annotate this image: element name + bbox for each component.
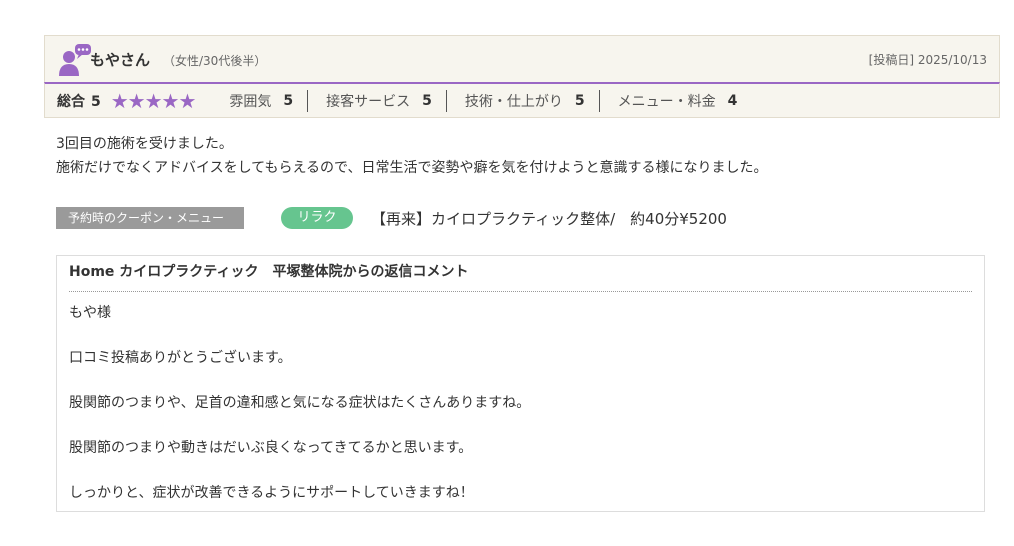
coupon-menu-link[interactable]: 【再来】カイロプラクティック整体/ 約40分¥5200 bbox=[371, 208, 727, 229]
rating-label: 技術・仕上がり bbox=[464, 93, 563, 110]
review-card: もやさん （女性/30代後半） [投稿日] 2025/10/13 総合 5 ★★★… bbox=[44, 35, 1000, 118]
rating-bar: 総合 5 ★★★★★ 雰囲気 5 接客サービス 5 技術・仕上がり 5 メニュー・… bbox=[44, 82, 1000, 118]
rating-service: 接客サービス 5 bbox=[308, 89, 447, 112]
overall-rating: 総合 5 bbox=[57, 91, 101, 111]
reply-paragraph: 口コミ投稿ありがとうございます。 bbox=[69, 350, 292, 366]
post-date: [投稿日] 2025/10/13 bbox=[868, 53, 987, 67]
review-comment: 3回目の施術を受けました。 施術だけでなくアドバイスをしてもらえるので、日常生活… bbox=[56, 132, 767, 180]
rating-value: 5 bbox=[422, 92, 432, 109]
rating-atmosphere: 雰囲気 5 bbox=[211, 89, 309, 112]
rating-technique: 技術・仕上がり 5 bbox=[447, 89, 600, 112]
reply-paragraph: もや様 bbox=[69, 305, 111, 321]
reply-paragraph: 股関節のつまりや、足首の違和感と気になる症状はたくさんありますね。 bbox=[69, 395, 531, 411]
rating-label: 雰囲気 bbox=[229, 93, 272, 110]
reply-paragraph: 股関節のつまりや動きはだいぶ良くなってきてるかと思います。 bbox=[69, 440, 473, 456]
rating-value: 4 bbox=[727, 92, 738, 109]
comment-line: 施術だけでなくアドバイスをしてもらえるので、日常生活で姿勢や癖を気を付けようと意… bbox=[56, 160, 768, 176]
reviewer-meta: （女性/30代後半） bbox=[163, 54, 267, 68]
reply-body: もや様 口コミ投稿ありがとうございます。 股関節のつまりや、足首の違和感と気にな… bbox=[69, 301, 530, 526]
review-header: もやさん （女性/30代後半） [投稿日] 2025/10/13 bbox=[44, 35, 1000, 82]
rating-value: 5 bbox=[283, 92, 294, 109]
reviewer-name: もやさん bbox=[90, 51, 151, 69]
coupon-label: 予約時のクーポン・メニュー bbox=[56, 207, 244, 229]
rating-label: 接客サービス bbox=[326, 93, 411, 110]
rating-value: 5 bbox=[574, 92, 585, 109]
rating-menu-price: メニュー・料金 4 bbox=[600, 90, 752, 112]
star-rating-icon: ★★★★★ bbox=[110, 88, 197, 113]
rating-label: メニュー・料金 bbox=[617, 93, 716, 110]
reply-paragraph: しっかりと、症状が改善できるようにサポートしていきますね！ bbox=[69, 485, 474, 501]
comment-line: 3回目の施術を受けました。 bbox=[56, 136, 233, 152]
overall-label: 総合 bbox=[57, 93, 85, 110]
coupon-category-badge: リラク bbox=[281, 207, 353, 229]
salon-reply: Home カイロプラクティック 平塚整体院からの返信コメント もや様 口コミ投稿… bbox=[56, 255, 985, 512]
coupon-row: 予約時のクーポン・メニュー リラク 【再来】カイロプラクティック整体/ 約40分… bbox=[56, 206, 727, 230]
overall-value: 5 bbox=[91, 93, 101, 110]
reply-title: Home カイロプラクティック 平塚整体院からの返信コメント bbox=[69, 263, 972, 292]
